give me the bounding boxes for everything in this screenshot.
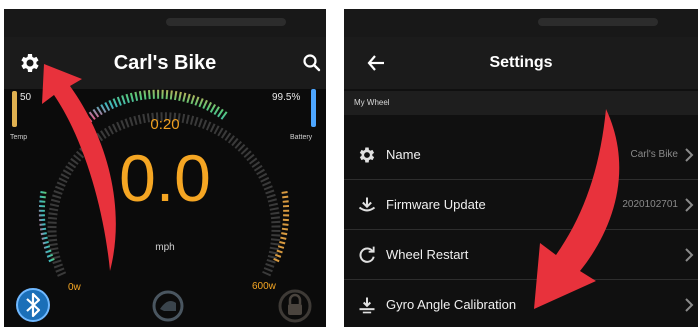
- power-max-label: 600w: [252, 281, 276, 292]
- row-label: Gyro Angle Calibration: [386, 297, 517, 312]
- speed-readout: 0.0: [119, 141, 211, 215]
- settings-row-gyro-calibration[interactable]: Gyro Angle Calibration: [344, 280, 698, 327]
- calibration-icon: [359, 297, 375, 314]
- status-bar: [344, 9, 698, 37]
- row-label: Wheel Restart: [386, 247, 469, 262]
- restart-icon: [359, 246, 375, 263]
- section-header-my-wheel: My Wheel: [344, 91, 698, 115]
- settings-header: Settings: [344, 37, 698, 89]
- row-label: Firmware Update: [386, 197, 486, 212]
- chevron-right-icon: [685, 248, 694, 262]
- settings-row-firmware-update[interactable]: Firmware Update 2020102701: [344, 180, 698, 230]
- chevron-right-icon: [685, 148, 694, 162]
- temp-value: 50: [20, 92, 32, 103]
- download-icon: [358, 197, 376, 212]
- bluetooth-icon[interactable]: [15, 287, 51, 323]
- row-value: 2020102701: [622, 199, 678, 210]
- helmet-icon[interactable]: [150, 289, 186, 323]
- speed-unit: mph: [155, 242, 175, 253]
- page-title: Settings: [489, 54, 553, 71]
- chevron-right-icon: [685, 198, 694, 212]
- dashboard-screen: Carl's Bike 50 Temp 99.5% Battery 0:20 0…: [4, 9, 326, 327]
- battery-value: 99.5%: [272, 92, 301, 103]
- status-icons: [538, 18, 658, 26]
- gear-icon: [359, 147, 375, 163]
- lock-icon[interactable]: [278, 289, 312, 323]
- row-label: Name: [386, 147, 421, 162]
- ride-timer: 0:20: [150, 116, 180, 133]
- settings-row-name[interactable]: Name Carl's Bike: [344, 130, 698, 180]
- settings-row-wheel-restart[interactable]: Wheel Restart: [344, 230, 698, 280]
- row-value: Carl's Bike: [630, 149, 678, 160]
- power-min-label: 0w: [68, 282, 81, 293]
- settings-screen: Settings My Wheel Name Carl's Bike Firmw…: [344, 9, 698, 327]
- chevron-right-icon: [685, 298, 694, 312]
